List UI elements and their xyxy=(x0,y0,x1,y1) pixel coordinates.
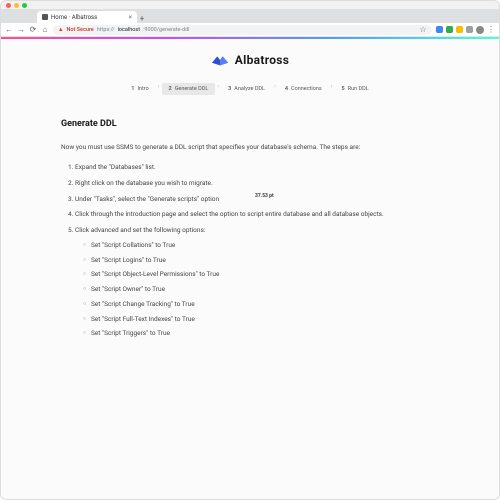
url-scheme: https:// xyxy=(97,27,115,33)
list-item-text: Click advanced and set the following opt… xyxy=(75,226,205,234)
maximize-window-icon[interactable] xyxy=(22,3,27,8)
extensions-area: ⋮ xyxy=(436,25,495,34)
brand-name: Albatross xyxy=(235,53,290,67)
reload-button[interactable]: ⟳ xyxy=(29,25,37,34)
main-content: Generate DDL Now you must use SSMS to ge… xyxy=(1,101,499,339)
brand-header: Albatross xyxy=(1,39,499,77)
albatross-logo-icon xyxy=(211,53,229,67)
steps-list: Expand the "Databases" list. Right click… xyxy=(61,163,439,339)
list-item: Right click on the database you wish to … xyxy=(75,179,439,189)
address-bar[interactable]: ▲ Not Secure https:// localhost :9000/ge… xyxy=(53,25,432,35)
list-item: Set "Script Object-Level Permissions" to… xyxy=(83,270,439,280)
step-connections[interactable]: 4Connections xyxy=(278,83,329,95)
extension-icon[interactable] xyxy=(446,26,453,33)
new-tab-button[interactable]: + xyxy=(137,14,147,23)
close-tab-icon[interactable]: × xyxy=(129,14,132,21)
traffic-lights xyxy=(1,1,499,9)
step-generate-ddl[interactable]: 2Generate DDL xyxy=(162,83,216,95)
not-secure-label: Not Secure xyxy=(66,27,93,33)
page-content: Albatross 1Intro › 2Generate DDL › 3Anal… xyxy=(1,39,499,499)
forward-button[interactable]: → xyxy=(17,25,25,34)
intro-text: Now you must use SSMS to generate a DDL … xyxy=(61,143,439,151)
page-title: Generate DDL xyxy=(61,119,439,129)
list-item: Set "Script Triggers" to True xyxy=(83,329,439,339)
bookmark-icon[interactable]: ☆ xyxy=(419,25,427,34)
extension-icon[interactable] xyxy=(436,26,443,33)
list-item: Set "Script Change Tracking" to True xyxy=(83,300,439,310)
tab-strip: Home · Albatross × + xyxy=(1,9,499,23)
url-host: localhost xyxy=(118,27,141,33)
list-item: Set "Script Full-Text Indexes" to True xyxy=(83,315,439,325)
extension-icon[interactable] xyxy=(456,26,463,33)
url-path: :9000/generate-ddl xyxy=(143,27,189,33)
menu-icon[interactable]: ⋮ xyxy=(487,25,495,34)
tab-title: Home · Albatross xyxy=(51,14,97,21)
list-item: Set "Script Collations" to True xyxy=(83,241,439,251)
favicon-icon xyxy=(42,14,48,20)
home-button[interactable]: ⌂ xyxy=(41,25,49,34)
chevron-right-icon: › xyxy=(156,83,162,95)
point-badge: 37.53 pt xyxy=(255,193,274,199)
not-secure-icon: ▲ xyxy=(58,27,63,33)
browser-tab[interactable]: Home · Albatross × xyxy=(37,11,137,23)
puzzle-icon[interactable] xyxy=(466,26,473,33)
step-run-ddl[interactable]: 5Run DDL xyxy=(335,83,376,95)
options-sublist: Set "Script Collations" to True Set "Scr… xyxy=(75,241,439,339)
browser-window: Home · Albatross × + ← → ⟳ ⌂ ▲ Not Secur… xyxy=(0,0,500,500)
step-intro[interactable]: 1Intro xyxy=(124,83,155,95)
profile-avatar[interactable] xyxy=(476,26,484,34)
step-analyze-ddl[interactable]: 3Analyze DDL xyxy=(221,83,272,95)
list-item: Click through the introduction page and … xyxy=(75,210,439,220)
minimize-window-icon[interactable] xyxy=(14,3,19,8)
list-item: Set "Script Owner" to True xyxy=(83,285,439,295)
list-item: Set "Script Logins" to True xyxy=(83,256,439,266)
back-button[interactable]: ← xyxy=(5,25,13,34)
list-item: Click advanced and set the following opt… xyxy=(75,226,439,339)
list-item: Expand the "Databases" list. xyxy=(75,163,439,173)
wizard-steps: 1Intro › 2Generate DDL › 3Analyze DDL › … xyxy=(1,77,499,101)
close-window-icon[interactable] xyxy=(6,3,11,8)
address-bar-row: ← → ⟳ ⌂ ▲ Not Secure https:// localhost … xyxy=(1,23,499,37)
